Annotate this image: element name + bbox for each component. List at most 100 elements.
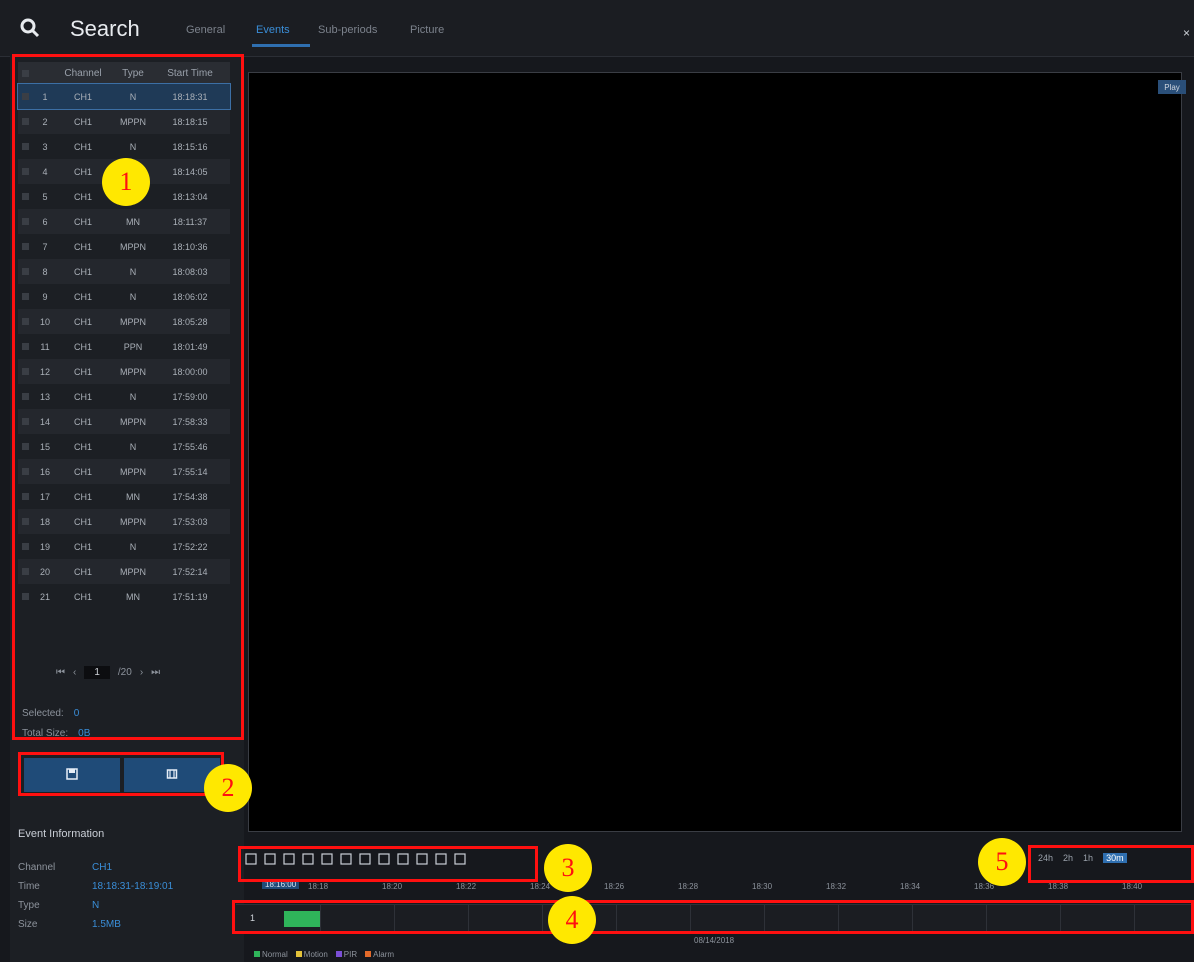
zoom-30m[interactable]: 30m	[1103, 853, 1127, 863]
forward-icon[interactable]	[301, 852, 314, 865]
fullscreen-icon[interactable]	[453, 852, 466, 865]
row-checkbox[interactable]	[18, 143, 32, 150]
row-checkbox[interactable]	[18, 568, 32, 575]
first-page-button[interactable]: ⏮	[56, 667, 65, 678]
table-row[interactable]: 16 CH1 MPPN 17:55:14	[18, 459, 230, 484]
table-row[interactable]: 8 CH1 N 18:08:03	[18, 259, 230, 284]
zoom-1h[interactable]: 1h	[1083, 853, 1093, 863]
event-list: Channel Type Start Time 1 CH1 N 18:18:31 2 CH…	[17, 62, 231, 609]
row-checkbox[interactable]	[18, 443, 32, 450]
timeline-tick: 18:18	[308, 882, 329, 891]
row-checkbox[interactable]	[18, 243, 32, 250]
rewind-icon[interactable]	[282, 852, 295, 865]
col-start-time[interactable]: Start Time	[158, 68, 222, 79]
table-row[interactable]: 9 CH1 N 18:06:02	[18, 284, 230, 309]
row-checkbox[interactable]	[18, 193, 32, 200]
col-channel[interactable]: Channel	[58, 68, 108, 79]
video-player[interactable]	[248, 72, 1182, 832]
row-checkbox[interactable]	[18, 168, 32, 175]
audio-icon[interactable]	[434, 852, 447, 865]
track-divider	[764, 905, 765, 933]
callout-badge-1: 1	[102, 158, 150, 206]
stop-icon[interactable]	[358, 852, 371, 865]
zoom-2h[interactable]: 2h	[1063, 853, 1073, 863]
table-row[interactable]: 15 CH1 N 17:55:46	[18, 434, 230, 459]
recording-segment[interactable]	[284, 911, 320, 927]
col-type[interactable]: Type	[108, 68, 158, 79]
row-channel: CH1	[73, 191, 92, 202]
tab-events[interactable]: Events	[256, 24, 290, 36]
save-icon[interactable]	[415, 852, 428, 865]
row-checkbox[interactable]	[18, 93, 32, 100]
table-row[interactable]: 21 CH1 MN 17:51:19	[18, 584, 230, 609]
table-row[interactable]: 20 CH1 MPPN 17:52:14	[18, 559, 230, 584]
table-row[interactable]: 13 CH1 N 17:59:00	[18, 384, 230, 409]
tab-picture[interactable]: Picture	[410, 24, 444, 36]
row-checkbox[interactable]	[18, 593, 32, 600]
timeline-tick: 18:38	[1048, 882, 1069, 891]
select-all-checkbox[interactable]	[18, 69, 32, 77]
frame-icon[interactable]	[339, 852, 352, 865]
row-channel: CH1	[73, 466, 92, 477]
tab-general[interactable]: General	[186, 24, 225, 36]
table-row[interactable]: 3 CH1 N 18:15:16	[18, 134, 230, 159]
table-row[interactable]: 1 CH1 N 18:18:31	[17, 83, 231, 110]
slow-icon[interactable]	[320, 852, 333, 865]
row-checkbox[interactable]	[18, 368, 32, 375]
table-row[interactable]: 6 CH1 MN 18:11:37	[18, 209, 230, 234]
row-checkbox[interactable]	[18, 343, 32, 350]
timeline-track[interactable]: 1	[236, 904, 1194, 934]
track-divider	[468, 905, 469, 933]
table-row[interactable]: 18 CH1 MPPN 17:53:03	[18, 509, 230, 534]
row-checkbox[interactable]	[18, 318, 32, 325]
row-checkbox[interactable]	[18, 268, 32, 275]
prev-page-button[interactable]: ‹	[73, 667, 76, 678]
table-row[interactable]: 12 CH1 MPPN 18:00:00	[18, 359, 230, 384]
row-checkbox[interactable]	[18, 493, 32, 500]
row-channel: CH1	[73, 366, 92, 377]
row-start-time: 18:15:16	[172, 141, 208, 152]
row-checkbox[interactable]	[18, 218, 32, 225]
row-checkbox[interactable]	[18, 418, 32, 425]
last-page-button[interactable]: ⏭	[151, 667, 160, 678]
track-divider	[320, 905, 321, 933]
close-button[interactable]: ×	[1183, 26, 1190, 40]
table-row[interactable]: 19 CH1 N 17:52:22	[18, 534, 230, 559]
table-row[interactable]: 17 CH1 MN 17:54:38	[18, 484, 230, 509]
table-row[interactable]: 7 CH1 MPPN 18:10:36	[18, 234, 230, 259]
page-input[interactable]: 1	[84, 666, 110, 679]
pause-icon[interactable]	[377, 852, 390, 865]
row-checkbox[interactable]	[18, 293, 32, 300]
row-type: N	[129, 91, 137, 102]
row-channel: CH1	[73, 291, 92, 302]
timeline-tick: 18:26	[604, 882, 625, 891]
row-checkbox[interactable]	[18, 118, 32, 125]
zoom-24h[interactable]: 24h	[1038, 853, 1053, 863]
table-row[interactable]: 2 CH1 MPPN 18:18:15	[18, 109, 230, 134]
row-checkbox[interactable]	[18, 393, 32, 400]
legend-item: Normal	[254, 950, 288, 959]
snapshot-icon[interactable]	[396, 852, 409, 865]
play-icon[interactable]	[244, 852, 257, 865]
row-number: 18	[39, 516, 50, 527]
pager: ⏮ ‹ 1 /20 › ⏭	[56, 666, 160, 679]
legend-label: Alarm	[373, 950, 395, 959]
tab-sub-periods[interactable]: Sub-periods	[318, 24, 377, 36]
timeline-ruler[interactable]: 18:16:00 18:18 18:20 18:22 18:24 18:26 18:28 1…	[236, 880, 1194, 894]
backup-button[interactable]	[24, 758, 120, 792]
play-label-button[interactable]: Play	[1158, 80, 1186, 94]
cut-icon[interactable]	[263, 852, 276, 865]
ei-time-label: Time	[18, 881, 40, 892]
row-start-time: 18:00:00	[172, 366, 208, 377]
track-divider	[394, 905, 395, 933]
row-checkbox[interactable]	[18, 518, 32, 525]
table-row[interactable]: 10 CH1 MPPN 18:05:28	[18, 309, 230, 334]
table-row[interactable]: 11 CH1 PPN 18:01:49	[18, 334, 230, 359]
row-type: MN	[126, 591, 140, 602]
table-row[interactable]: 14 CH1 MPPN 17:58:33	[18, 409, 230, 434]
row-checkbox[interactable]	[18, 543, 32, 550]
next-page-button[interactable]: ›	[140, 667, 143, 678]
timeline-tick: 18:30	[752, 882, 773, 891]
timeline-zoom: 24h 2h 1h 30m	[1038, 853, 1127, 863]
row-checkbox[interactable]	[18, 468, 32, 475]
